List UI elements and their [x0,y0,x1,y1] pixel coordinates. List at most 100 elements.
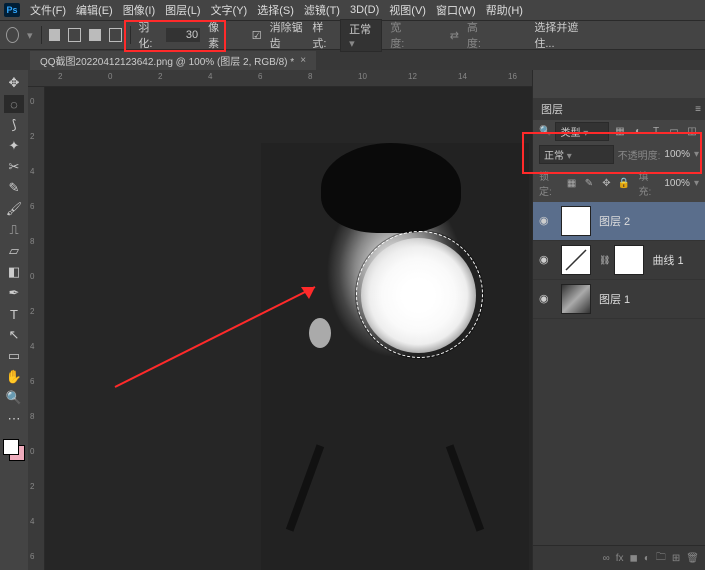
zoom-tool[interactable]: 🔍 [4,389,24,407]
style-label: 样式: [312,19,332,51]
fill-label: 填充: [639,168,661,198]
pen-tool[interactable]: ✒ [4,284,24,302]
menu-filter[interactable]: 滤镜(T) [304,2,340,18]
canvas[interactable] [45,87,532,570]
visibility-icon[interactable]: ◉ [539,214,553,228]
panel-menu-icon[interactable]: ≡ [691,102,705,116]
selection-new-icon[interactable] [49,29,60,41]
opacity-value[interactable]: 100% [664,149,690,160]
visibility-icon[interactable]: ◉ [539,253,553,267]
type-tool[interactable]: T [4,305,24,323]
visibility-icon[interactable]: ◉ [539,292,553,306]
shape-tool[interactable]: ▭ [4,347,24,365]
selection-add-icon[interactable] [68,28,81,42]
move-tool[interactable]: ✥ [4,74,24,92]
fill-value[interactable]: 100% [664,178,690,189]
layer-row[interactable]: ◉ ⛓ 曲线 1 [533,241,705,280]
lasso-tool[interactable]: ⟆ [4,116,24,134]
filter-smart-icon[interactable]: ◫ [685,125,699,139]
layer-row[interactable]: ◉ 图层 2 [533,202,705,241]
new-layer-icon[interactable]: ⊞ [672,553,680,564]
menu-layer[interactable]: 图层(L) [165,2,200,18]
lock-all-icon[interactable]: 🔒 [617,176,630,190]
menu-image[interactable]: 图像(I) [123,2,155,18]
layer-name[interactable]: 曲线 1 [652,252,683,268]
layer-thumbnail[interactable] [561,206,591,236]
layer-kind-select[interactable]: 类型 ▾ [555,122,609,141]
layer-name[interactable]: 图层 2 [599,213,630,229]
layer-name[interactable]: 图层 1 [599,291,630,307]
brush-tool[interactable]: 🖌 [4,200,24,218]
marquee-selection [356,231,483,358]
link-icon: ⛓ [599,255,610,266]
menu-3d[interactable]: 3D(D) [350,4,379,16]
select-mask-bar [533,70,705,98]
right-panels: 图层 ≡ 🔍 类型 ▾ ▦ ◐ T ▭ ◫ 正常 ▾ 不透明度: 100%▾ 锁… [532,70,705,570]
marquee-tool[interactable]: ◌ [4,95,24,113]
fg-color-swatch[interactable] [3,439,19,455]
menu-view[interactable]: 视图(V) [389,2,426,18]
menu-window[interactable]: 窗口(W) [436,2,476,18]
filter-shape-icon[interactable]: ▭ [667,125,681,139]
antialias-label[interactable]: 消除锯齿 [270,19,305,51]
feather-label: 羽化: [138,19,158,51]
color-swatches[interactable] [3,439,25,461]
canvas-area: 2 0 2 4 6 8 10 12 14 16 0 2 4 6 8 0 2 4 … [28,70,532,570]
lock-trans-icon[interactable]: ▦ [565,176,578,190]
layer-thumbnail[interactable] [561,284,591,314]
crop-tool[interactable]: ✂ [4,158,24,176]
style-select[interactable]: 正常 ▾ [340,19,382,52]
layers-list: ◉ 图层 2 ◉ ⛓ 曲线 1 ◉ 图层 1 [533,202,705,545]
ruler-vertical: 0 2 4 6 8 0 2 4 6 8 0 2 4 6 [28,87,45,570]
selection-intersect-icon[interactable] [109,28,122,42]
mask-icon[interactable]: ◼ [630,553,638,564]
path-tool[interactable]: ↖ [4,326,24,344]
select-and-mask-button[interactable]: 选择并遮住... [534,19,585,51]
lock-pos-icon[interactable]: ✥ [600,176,613,190]
quick-select-tool[interactable]: ✦ [4,137,24,155]
menu-file[interactable]: 文件(F) [30,2,66,18]
layer-row[interactable]: ◉ 图层 1 [533,280,705,319]
menu-bar: Ps 文件(F) 编辑(E) 图像(I) 图层(L) 文字(Y) 选择(S) 滤… [0,0,705,20]
filter-pixel-icon[interactable]: ▦ [613,125,627,139]
close-tab-icon[interactable]: × [300,55,306,66]
ps-logo-icon: Ps [4,3,20,17]
document-image [261,143,529,570]
delete-icon[interactable]: 🗑 [686,553,699,564]
adjustment-thumbnail[interactable] [561,245,591,275]
eyedropper-tool[interactable]: ✎ [4,179,24,197]
filter-type-icon[interactable]: T [649,125,663,139]
feather-unit: 像素 [208,19,225,51]
menu-type[interactable]: 文字(Y) [211,2,248,18]
menu-help[interactable]: 帮助(H) [486,2,523,18]
mask-thumbnail[interactable] [614,245,644,275]
filter-adjust-icon[interactable]: ◐ [631,125,645,139]
selection-subtract-icon[interactable] [89,29,100,41]
blend-mode-select[interactable]: 正常 ▾ [539,145,614,164]
document-tab[interactable]: QQ截图20220412123642.png @ 100% (图层 2, RGB… [30,51,316,70]
document-tab-bar: QQ截图20220412123642.png @ 100% (图层 2, RGB… [0,50,705,70]
group-icon[interactable]: 🗀 [656,550,666,567]
ruler-horizontal: 2 0 2 4 6 8 10 12 14 16 [28,70,532,87]
menu-edit[interactable]: 编辑(E) [76,2,113,18]
search-icon[interactable]: 🔍 [539,126,551,137]
eraser-tool[interactable]: ▱ [4,242,24,260]
ellipse-tool-icon[interactable] [6,27,19,43]
gradient-tool[interactable]: ◧ [4,263,24,281]
edit-toolbar[interactable]: ⋯ [4,410,24,428]
options-bar: ▾ 羽化: 像素 ☑消除锯齿 样式: 正常 ▾ 宽度: ⇄ 高度: 选择并遮住.… [0,20,705,50]
link-layers-icon[interactable]: ∞ [603,553,610,564]
width-label: 宽度: [390,19,410,51]
layers-panel-footer: ∞ fx ◼ ◐ 🗀 ⊞ 🗑 [533,545,705,570]
hand-tool[interactable]: ✋ [4,368,24,386]
opacity-label: 不透明度: [618,147,661,162]
stamp-tool[interactable]: ⎍ [4,221,24,239]
layers-panel-tab[interactable]: 图层 [533,98,571,120]
lock-paint-icon[interactable]: ✎ [582,176,595,190]
adjustment-icon[interactable]: ◐ [644,553,650,564]
fx-icon[interactable]: fx [616,553,624,564]
feather-input[interactable] [166,28,200,42]
menu-select[interactable]: 选择(S) [257,2,294,18]
height-label: 高度: [467,19,487,51]
toolbox: ✥ ◌ ⟆ ✦ ✂ ✎ 🖌 ⎍ ▱ ◧ ✒ T ↖ ▭ ✋ 🔍 ⋯ [0,70,28,570]
